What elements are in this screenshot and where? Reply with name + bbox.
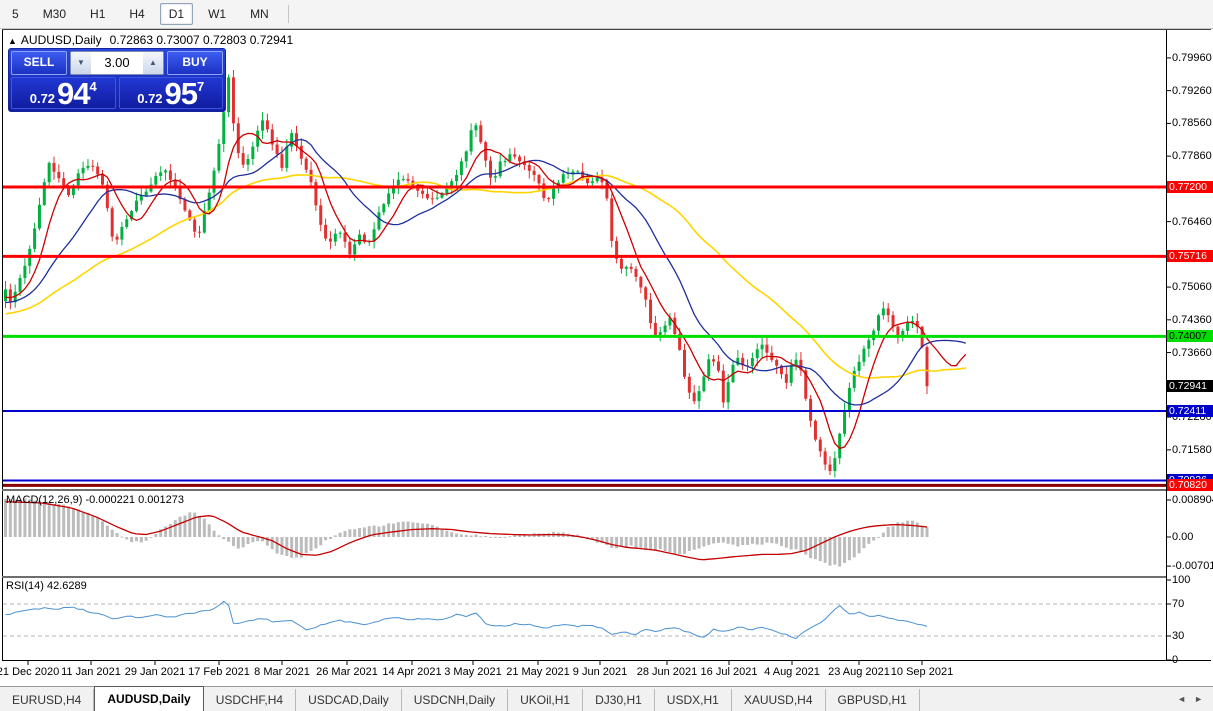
tab-scroll-right-button[interactable]: ►: [1194, 694, 1203, 704]
macd-axis-label: 0.008904: [1172, 494, 1213, 506]
sell-button[interactable]: SELL: [11, 51, 67, 75]
timeframe-button-H1[interactable]: H1: [81, 3, 114, 25]
price-axis-label: 0.73660: [1172, 347, 1212, 359]
timeframe-button-M30[interactable]: M30: [34, 3, 75, 25]
chart-tab-DJ30-H1[interactable]: DJ30,H1: [583, 689, 655, 711]
volume-increase-button[interactable]: ▲: [143, 52, 163, 74]
chart-tab-bar: EURUSD,H4AUDUSD,DailyUSDCHF,H4USDCAD,Dai…: [0, 686, 1213, 711]
sell-price-pip: 4: [90, 79, 97, 94]
price-axis-label: 0.79960: [1172, 52, 1212, 64]
macd-indicator-label: MACD(12,26,9) -0.000221 0.001273: [6, 494, 184, 506]
one-click-trading-panel: SELL ▼ 3.00 ▲ BUY 0.72 94 4 0.72 95 7: [8, 48, 226, 112]
sell-price-big: 94: [57, 78, 89, 108]
toolbar-separator: [288, 5, 289, 23]
chart-tab-USDCNH-Daily[interactable]: USDCNH,Daily: [402, 689, 508, 711]
moving-averages: [6, 133, 966, 448]
price-level-badge: 0.70820: [1167, 479, 1213, 491]
chart-ohlc-values: 0.72863 0.73007 0.72803 0.72941: [110, 33, 294, 47]
buy-price-prefix: 0.72: [137, 91, 162, 106]
date-axis-label: 4 Aug 2021: [764, 666, 820, 678]
date-axis-label: 16 Jul 2021: [701, 666, 758, 678]
buy-price-display[interactable]: 0.72 95 7: [119, 77, 224, 109]
chart-tab-XAUUSD-H4[interactable]: XAUUSD,H4: [732, 689, 826, 711]
chart-tab-USDCAD-Daily[interactable]: USDCAD,Daily: [296, 689, 402, 711]
timeframe-toolbar: 5 M30 H1 H4 D1 W1 MN: [0, 0, 1213, 29]
timeframe-button-MN[interactable]: MN: [241, 3, 278, 25]
date-axis-label: 8 Mar 2021: [254, 666, 310, 678]
sell-price-prefix: 0.72: [30, 91, 55, 106]
price-axis-label: 0.79260: [1172, 85, 1212, 97]
price-axis-label: 0.71580: [1172, 444, 1212, 456]
date-axis-label: 10 Sep 2021: [891, 666, 953, 678]
tab-scroll-left-button[interactable]: ◄: [1177, 694, 1186, 704]
price-axis-label: 0.78560: [1172, 117, 1212, 129]
macd-axis-label: -0.007013: [1172, 560, 1213, 572]
macd-axis-label: 0.00: [1172, 531, 1193, 543]
rsi-indicator-label: RSI(14) 42.6289: [6, 580, 87, 592]
ma-medium-line: [6, 140, 966, 405]
timeframe-button-D1[interactable]: D1: [160, 3, 193, 25]
chart-tab-USDCHF-H4[interactable]: USDCHF,H4: [204, 689, 296, 711]
chart-tab-AUDUSD-Daily[interactable]: AUDUSD,Daily: [94, 686, 203, 711]
rsi-line: [6, 601, 928, 638]
macd-signal-line: [6, 502, 928, 560]
date-axis-label: 17 Feb 2021: [188, 666, 250, 678]
date-axis-label: 21 Dec 2020: [0, 666, 59, 678]
timeframe-button-5[interactable]: 5: [3, 3, 28, 25]
chart-symbol-label: AUDUSD,Daily: [21, 33, 102, 47]
chart-ohlc-title: ▲ AUDUSD,Daily 0.72863 0.73007 0.72803 0.7…: [8, 33, 293, 47]
buy-price-big: 95: [165, 78, 197, 108]
candlestick-series: [4, 70, 929, 477]
date-axis-label: 29 Jan 2021: [125, 666, 186, 678]
buy-button[interactable]: BUY: [167, 51, 223, 75]
macd-histogram: [4, 498, 929, 566]
date-axis-label: 14 Apr 2021: [382, 666, 441, 678]
price-level-badge: 0.72411: [1167, 405, 1213, 417]
rsi-axis-label: 70: [1172, 598, 1184, 610]
price-level-badge: 0.75716: [1167, 250, 1213, 262]
timeframe-button-H4[interactable]: H4: [120, 3, 153, 25]
timeframe-button-W1[interactable]: W1: [199, 3, 235, 25]
price-level-badge: 0.72941: [1167, 380, 1213, 392]
price-axis-label: 0.76460: [1172, 216, 1212, 228]
volume-decrease-button[interactable]: ▼: [71, 52, 91, 74]
date-axis-label: 28 Jun 2021: [637, 666, 698, 678]
buy-price-pip: 7: [197, 79, 204, 94]
volume-input[interactable]: 3.00: [91, 52, 143, 74]
date-axis-label: 11 Jan 2021: [61, 666, 121, 678]
chart-tab-UKOil-H1[interactable]: UKOil,H1: [508, 689, 583, 711]
date-axis-label: 23 Aug 2021: [828, 666, 890, 678]
rsi-axis-label: 30: [1172, 630, 1184, 642]
chart-tab-GBPUSD-H1[interactable]: GBPUSD,H1: [826, 689, 920, 711]
rsi-axis-label: 100: [1172, 574, 1190, 586]
collapse-triangle-icon[interactable]: ▲: [8, 36, 17, 46]
price-axis-label: 0.77860: [1172, 150, 1212, 162]
price-axis-label: 0.74360: [1172, 314, 1212, 326]
date-axis-label: 26 Mar 2021: [316, 666, 378, 678]
chart-tab-USDX-H1[interactable]: USDX,H1: [655, 689, 732, 711]
ma-fast-line: [6, 133, 966, 448]
price-level-badge: 0.74007: [1167, 330, 1213, 342]
rsi-axis-label: 0: [1172, 654, 1178, 666]
chart-tab-EURUSD-H4[interactable]: EURUSD,H4: [0, 689, 94, 711]
volume-spinner: ▼ 3.00 ▲: [70, 51, 164, 75]
date-axis-label: 9 Jun 2021: [573, 666, 627, 678]
price-level-badge: 0.77200: [1167, 181, 1213, 193]
price-axis-label: 0.75060: [1172, 281, 1212, 293]
date-axis-label: 3 May 2021: [444, 666, 501, 678]
sell-price-display[interactable]: 0.72 94 4: [11, 77, 116, 109]
date-axis-label: 21 May 2021: [506, 666, 570, 678]
tab-scroll-arrows: ◄►: [1169, 694, 1203, 704]
